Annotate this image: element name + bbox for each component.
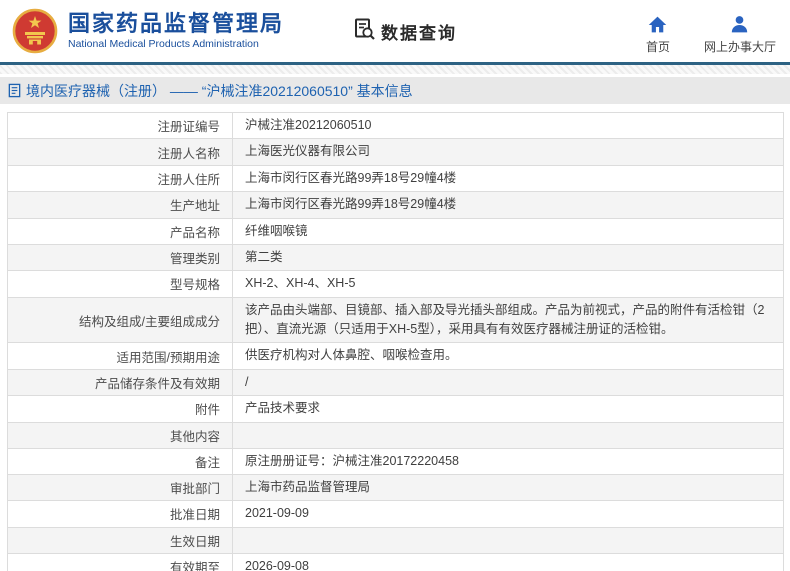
table-row: 批准日期 2021-09-09 [7,500,784,528]
table-row: 产品名称 纤维咽喉镜 [7,217,784,245]
hatch-strip [0,65,790,74]
row-label: 注册人住所 [7,164,233,193]
row-value: XH-2、XH-4、XH-5 [232,270,784,298]
document-search-icon [352,17,376,46]
table-row: 结构及组成/主要组成成分 该产品由头端部、目镜部、插入部及导光插头部组成。产品为前… [7,296,784,344]
table-row: 审批部门 上海市药品监督管理局 [7,473,784,502]
row-label: 注册人名称 [7,138,233,166]
row-label: 其他内容 [7,421,233,449]
row-label: 产品储存条件及有效期 [7,368,233,397]
table-row: 型号规格 XH-2、XH-4、XH-5 [7,270,784,298]
row-value: 沪械注准20212060510 [232,111,784,140]
row-value: 第二类 [232,243,784,272]
site-header: 国家药品监督管理局 National Medical Products Admi… [0,0,790,62]
data-query-label: 数据查询 [381,23,458,43]
table-row: 其他内容 [7,421,784,449]
page-title: 境内医疗器械（注册） —— “沪械注准20212060510” 基本信息 [26,82,413,99]
table-row: 生效日期 [7,526,784,554]
row-label: 备注 [7,447,233,475]
table-row: 注册人名称 上海医光仪器有限公司 [7,138,784,166]
row-value: 原注册册证号：沪械注准20172220458 [232,447,784,475]
row-label: 结构及组成/主要组成成分 [7,296,233,344]
table-row: 附件 产品技术要求 [7,395,784,423]
nav-service-hall[interactable]: 网上办事大厅 [704,14,776,55]
row-value: 该产品由头端部、目镜部、插入部及导光插头部组成。产品为前视式，产品的附件有活检钳… [232,296,784,344]
row-value: 2026-09-08 [232,552,784,571]
row-value: 2021-09-09 [232,500,784,528]
nav-hall-label: 网上办事大厅 [703,39,776,54]
document-icon [7,83,22,98]
row-label: 产品名称 [7,217,233,245]
row-label: 型号规格 [7,270,233,298]
row-label: 附件 [7,395,233,423]
table-row: 注册证编号 沪械注准20212060510 [7,111,784,140]
row-value: 纤维咽喉镜 [232,217,784,245]
nav-home-label: 首页 [645,39,670,54]
org-name-cn: 国家药品监督管理局 [68,10,285,36]
brand-text: 国家药品监督管理局 National Medical Products Admi… [68,10,285,51]
table-row: 注册人住所 上海市闵行区春光路99弄18号29幢4楼 [7,164,784,193]
table-row: 管理类别 第二类 [7,243,784,272]
row-value [232,421,784,449]
table-row: 有效期至 2026-09-08 [7,552,784,571]
row-label: 生产地址 [7,191,233,219]
row-label: 生效日期 [7,526,233,554]
person-icon [729,14,750,35]
row-value: 上海医光仪器有限公司 [232,138,784,166]
header-nav: 首页 网上办事大厅 [646,8,776,55]
table-row: 备注 原注册册证号：沪械注准20172220458 [7,447,784,475]
table-row: 适用范围/预期用途 供医疗机构对人体鼻腔、咽喉检查用。 [7,342,784,370]
row-value: 产品技术要求 [232,395,784,423]
row-value: 上海市闵行区春光路99弄18号29幢4楼 [232,191,784,219]
row-value: 供医疗机构对人体鼻腔、咽喉检查用。 [232,342,784,370]
national-emblem-logo [12,8,58,54]
row-label: 注册证编号 [7,111,233,140]
nav-home[interactable]: 首页 [646,14,670,55]
row-label: 批准日期 [7,500,233,528]
table-row: 产品储存条件及有效期 / [7,368,784,397]
info-table: 注册证编号 沪械注准20212060510 注册人名称 上海医光仪器有限公司 注册人住所… [7,111,784,571]
breadcrumb: 境内医疗器械（注册） —— “沪械注准20212060510” 基本信息 [0,77,790,104]
row-value: / [232,368,784,397]
home-icon [647,14,668,35]
table-row: 生产地址 上海市闵行区春光路99弄18号29幢4楼 [7,191,784,219]
row-value: 上海市闵行区春光路99弄18号29幢4楼 [232,164,784,193]
row-label: 管理类别 [7,243,233,272]
row-label: 适用范围/预期用途 [7,342,233,370]
row-value [232,526,784,554]
row-value: 上海市药品监督管理局 [232,473,784,502]
org-name-en: National Medical Products Administration [68,38,259,51]
brand[interactable]: 国家药品监督管理局 National Medical Products Admi… [12,8,284,54]
nav-data-query[interactable]: 数据查询 [352,17,457,46]
row-label: 审批部门 [7,473,233,502]
row-label: 有效期至 [7,552,233,571]
